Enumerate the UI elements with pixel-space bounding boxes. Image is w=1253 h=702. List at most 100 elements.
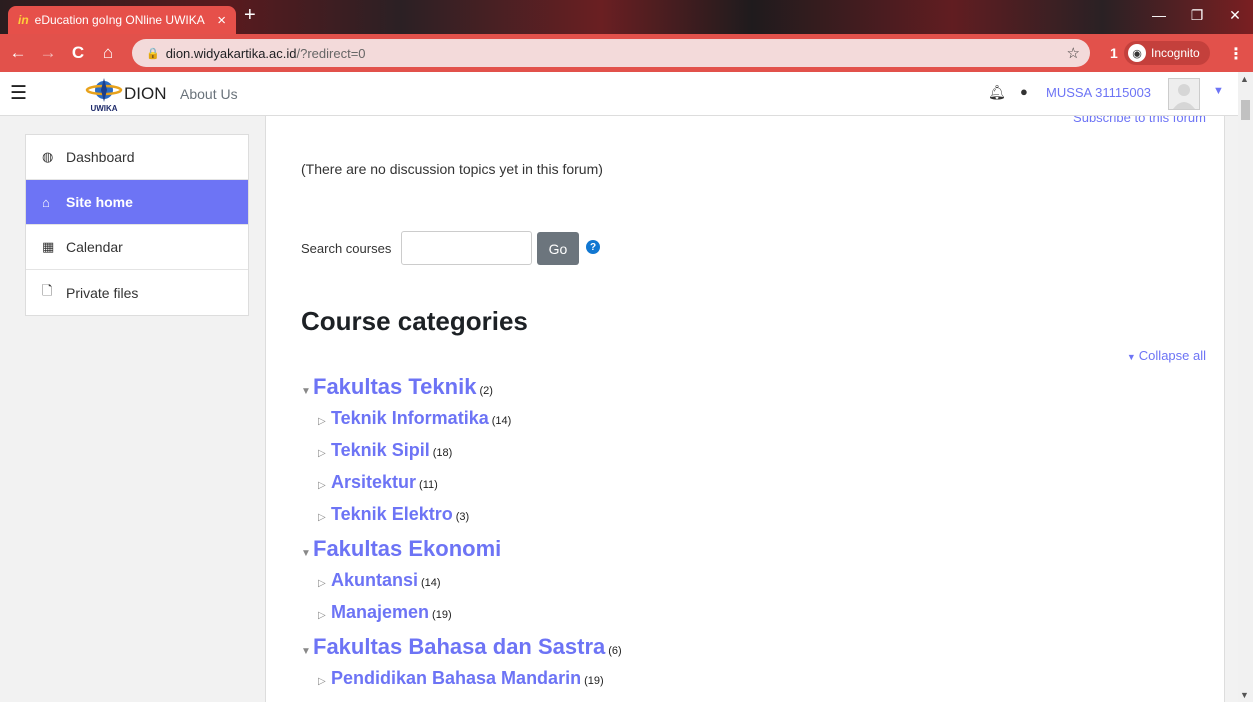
subcategory-row[interactable]: ▷ Manajemen (19)	[301, 602, 622, 634]
help-icon[interactable]: ?	[586, 240, 600, 254]
forward-icon[interactable]: →	[36, 43, 60, 63]
subcategory-row[interactable]: ▷ Teknik Elektro (3)	[301, 504, 622, 536]
logo-text: UWIKA	[90, 104, 117, 113]
subcategory-count: (3)	[455, 511, 470, 523]
incognito-badge[interactable]: ◉ Incognito	[1124, 41, 1210, 65]
sidebar-item-dashboard[interactable]: ◍ Dashboard	[26, 135, 248, 180]
avatar[interactable]	[1168, 78, 1200, 110]
minimize-button[interactable]: —	[1140, 0, 1178, 30]
site-favicon-icon: in	[18, 13, 29, 27]
subcategory-row[interactable]: ▷ Teknik Sipil (18)	[301, 440, 622, 472]
calendar-icon: ▦	[42, 239, 55, 254]
url-path: /?redirect=0	[296, 45, 366, 61]
subcategory-name[interactable]: Manajemen	[331, 602, 429, 623]
category-tree: ▼ Fakultas Teknik (2) ▷ Teknik Informati…	[301, 374, 622, 700]
user-menu-caret-icon[interactable]: ▼	[1213, 85, 1224, 97]
subcategory-name[interactable]: Arsitektur	[331, 472, 416, 493]
restore-button[interactable]: ❐	[1178, 0, 1216, 30]
bookmark-star-icon[interactable]: ☆	[1067, 44, 1080, 62]
collapse-all-label: Collapse all	[1138, 348, 1206, 363]
sidebar-item-site-home[interactable]: ⌂ Site home	[26, 180, 248, 225]
site-brand[interactable]: DION	[124, 84, 167, 104]
subcategory-name[interactable]: Teknik Informatika	[331, 408, 489, 429]
subcategory-row[interactable]: ▷ Teknik Informatika (14)	[301, 408, 622, 440]
main-content: Subscribe to this forum (There are no di…	[265, 116, 1225, 702]
subcategory-row[interactable]: ▷ Akuntansi (14)	[301, 570, 622, 602]
back-icon[interactable]: ←	[6, 43, 30, 63]
expanded-caret-icon[interactable]: ▼	[301, 548, 313, 559]
subcategory-row[interactable]: ▷ Pendidikan Bahasa Mandarin (19)	[301, 668, 622, 700]
close-tab-icon[interactable]: ×	[217, 12, 226, 29]
subcategory-count: (11)	[419, 479, 438, 491]
subcategory-count: (14)	[491, 415, 512, 427]
about-us-link[interactable]: About Us	[180, 86, 238, 102]
browser-tab[interactable]: in eDucation goIng ONline UWIKA ×	[8, 6, 236, 34]
expanded-caret-icon[interactable]: ▼	[301, 386, 313, 397]
page-scrollbar[interactable]: ▲ ▼	[1238, 72, 1253, 702]
subcategory-name[interactable]: Akuntansi	[331, 570, 418, 591]
category-row[interactable]: ▼ Fakultas Ekonomi	[301, 536, 622, 570]
subcategory-count: (19)	[432, 609, 452, 621]
drawer-toggle-icon[interactable]: ☰	[10, 82, 27, 105]
extension-icon[interactable]: 1	[1110, 45, 1118, 61]
sidebar-item-label: Private files	[66, 284, 139, 301]
incognito-icon: ◉	[1128, 44, 1146, 62]
scroll-thumb[interactable]	[1241, 100, 1250, 120]
more-menu-icon[interactable]: ⋮	[1228, 44, 1244, 64]
empty-forum-message: (There are no discussion topics yet in t…	[301, 161, 603, 177]
subcategory-count: (19)	[584, 675, 604, 687]
notifications-bell-icon[interactable]: 🔔︎	[988, 84, 1006, 101]
collapsed-caret-icon[interactable]: ▷	[318, 512, 331, 523]
collapse-all-link[interactable]: ▼ Collapse all	[1127, 348, 1206, 363]
lock-icon: 🔒	[146, 47, 160, 60]
file-icon: 🗋	[42, 282, 53, 298]
category-name[interactable]: Fakultas Ekonomi	[313, 536, 501, 562]
scroll-up-icon[interactable]: ▲	[1240, 74, 1249, 84]
collapsed-caret-icon[interactable]: ▷	[318, 578, 331, 589]
subcategory-count: (14)	[421, 577, 441, 589]
collapsed-caret-icon[interactable]: ▷	[318, 416, 331, 427]
tab-title: eDucation goIng ONline UWIKA	[34, 13, 205, 27]
subcategory-name[interactable]: Teknik Elektro	[331, 504, 453, 525]
new-tab-button[interactable]: +	[244, 4, 256, 27]
site-navbar: ☰ UWIKA DION About Us 🔔︎ ● MUSSA 3111500…	[0, 72, 1238, 116]
subcategory-row[interactable]: ▷ Arsitektur (11)	[301, 472, 622, 504]
category-row[interactable]: ▼ Fakultas Bahasa dan Sastra (6)	[301, 634, 622, 668]
reload-icon[interactable]: C	[66, 43, 90, 63]
browser-tab-bar: in eDucation goIng ONline UWIKA × + — ❐ …	[0, 0, 1253, 34]
category-count: (2)	[479, 385, 493, 397]
search-courses-label: Search courses	[301, 241, 392, 256]
close-window-button[interactable]: ✕	[1216, 0, 1253, 30]
user-avatar-icon	[1173, 84, 1195, 109]
search-go-button[interactable]: Go	[537, 232, 579, 265]
uwika-logo[interactable]: UWIKA	[84, 76, 124, 114]
sidebar-item-label: Calendar	[66, 239, 123, 255]
sidebar-item-private-files[interactable]: 🗋 Private files	[26, 270, 248, 315]
sidebar-item-label: Dashboard	[66, 149, 135, 165]
category-row[interactable]: ▼ Fakultas Teknik (2)	[301, 374, 622, 408]
collapsed-caret-icon[interactable]: ▷	[318, 676, 331, 687]
url-host: dion.widyakartika.ac.id	[165, 45, 297, 61]
subcategory-name[interactable]: Pendidikan Bahasa Mandarin	[331, 668, 581, 689]
collapsed-caret-icon[interactable]: ▷	[318, 448, 331, 459]
home-icon[interactable]: ⌂	[96, 43, 120, 63]
collapsed-caret-icon[interactable]: ▷	[318, 480, 331, 491]
expanded-caret-icon[interactable]: ▼	[301, 646, 313, 657]
messages-icon[interactable]: ●	[1020, 84, 1028, 99]
subscribe-forum-link[interactable]: Subscribe to this forum	[1073, 116, 1206, 125]
category-name[interactable]: Fakultas Bahasa dan Sastra	[313, 634, 605, 660]
home-icon: ⌂	[42, 194, 50, 210]
scroll-down-icon[interactable]: ▼	[1240, 690, 1249, 700]
url-field[interactable]: 🔒 dion.widyakartika.ac.id/?redirect=0 ☆	[132, 39, 1090, 67]
category-count: (6)	[608, 645, 622, 657]
nav-drawer: ◍ Dashboard ⌂ Site home ▦ Calendar 🗋 Pri…	[25, 134, 249, 316]
page-title: Course categories	[301, 306, 528, 336]
collapse-caret-icon: ▼	[1126, 352, 1136, 362]
sidebar-item-calendar[interactable]: ▦ Calendar	[26, 225, 248, 270]
search-courses-input[interactable]	[401, 231, 532, 265]
subcategory-name[interactable]: Teknik Sipil	[331, 440, 430, 461]
incognito-label: Incognito	[1151, 46, 1200, 60]
collapsed-caret-icon[interactable]: ▷	[318, 610, 331, 621]
user-name[interactable]: MUSSA 31115003	[1046, 85, 1151, 100]
category-name[interactable]: Fakultas Teknik	[313, 374, 476, 400]
